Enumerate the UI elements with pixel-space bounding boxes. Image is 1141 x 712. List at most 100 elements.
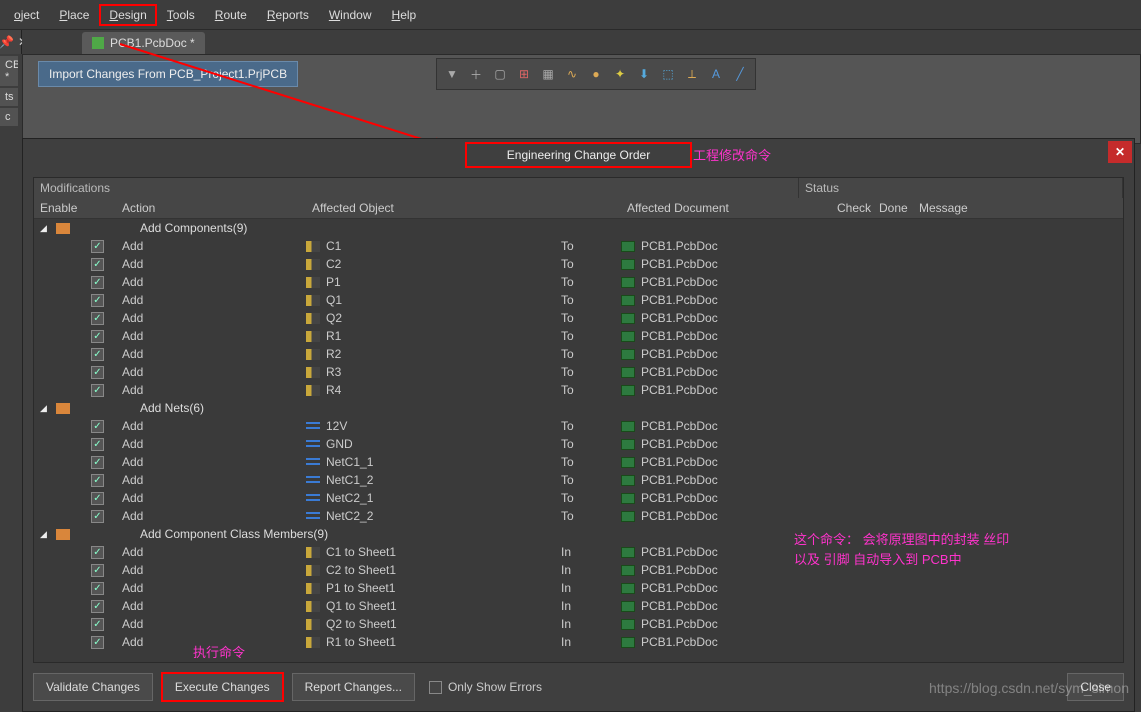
- enable-checkbox[interactable]: ✓: [91, 564, 104, 577]
- menu-tools[interactable]: Tools: [157, 4, 205, 26]
- table-row[interactable]: ✓AddR3ToPCB1.PcbDoc: [34, 363, 1123, 381]
- table-row[interactable]: ✓AddNetC1_1ToPCB1.PcbDoc: [34, 453, 1123, 471]
- enable-checkbox[interactable]: ✓: [91, 636, 104, 649]
- component-icon: [306, 565, 320, 576]
- key-icon[interactable]: ✦: [609, 63, 631, 85]
- table-row[interactable]: ✓AddR1ToPCB1.PcbDoc: [34, 327, 1123, 345]
- align-icon[interactable]: ⊞: [513, 63, 535, 85]
- table-row[interactable]: ✓Add12VToPCB1.PcbDoc: [34, 417, 1123, 435]
- menu-route[interactable]: Route: [205, 4, 257, 26]
- dialog-close-button[interactable]: ✕: [1108, 141, 1132, 163]
- table-row[interactable]: ✓AddC2ToPCB1.PcbDoc: [34, 255, 1123, 273]
- enable-checkbox[interactable]: ✓: [91, 276, 104, 289]
- place-icon[interactable]: ⬇: [633, 63, 655, 85]
- enable-checkbox[interactable]: ✓: [91, 420, 104, 433]
- enable-checkbox[interactable]: ✓: [91, 312, 104, 325]
- enable-checkbox[interactable]: ✓: [91, 582, 104, 595]
- dimension-icon[interactable]: ⟂: [681, 63, 703, 85]
- table-row[interactable]: ✓AddNetC2_1ToPCB1.PcbDoc: [34, 489, 1123, 507]
- enable-checkbox[interactable]: ✓: [91, 492, 104, 505]
- col-done[interactable]: Done: [873, 198, 913, 218]
- table-row[interactable]: ✓AddP1 to Sheet1InPCB1.PcbDoc: [34, 579, 1123, 597]
- enable-checkbox[interactable]: ✓: [91, 618, 104, 631]
- table-row[interactable]: ✓AddNetC1_2ToPCB1.PcbDoc: [34, 471, 1123, 489]
- table-row[interactable]: ✓AddP1ToPCB1.PcbDoc: [34, 273, 1123, 291]
- table-row[interactable]: ✓AddC1ToPCB1.PcbDoc: [34, 237, 1123, 255]
- collapse-icon[interactable]: ◢: [40, 529, 50, 540]
- col-check[interactable]: Check: [831, 198, 873, 218]
- enable-checkbox[interactable]: ✓: [91, 438, 104, 451]
- execute-changes-button[interactable]: Execute Changes: [161, 672, 284, 702]
- table-row[interactable]: ✓AddQ1ToPCB1.PcbDoc: [34, 291, 1123, 309]
- pcb-canvas[interactable]: Import Changes From PCB_Project1.PrjPCB …: [22, 54, 1141, 144]
- collapse-icon[interactable]: ◢: [40, 403, 50, 414]
- object-cell: R4: [306, 383, 561, 397]
- enable-checkbox[interactable]: ✓: [91, 600, 104, 613]
- text-icon[interactable]: A: [705, 63, 727, 85]
- menu-oject[interactable]: oject: [4, 4, 49, 26]
- via-icon[interactable]: ●: [585, 63, 607, 85]
- enable-checkbox[interactable]: ✓: [91, 258, 104, 271]
- report-changes-button[interactable]: Report Changes...: [292, 673, 415, 701]
- file-tab-pcb1[interactable]: PCB1.PcbDoc *: [82, 32, 205, 54]
- only-show-errors-checkbox[interactable]: Only Show Errors: [429, 680, 542, 694]
- side-tab[interactable]: CB *: [0, 56, 18, 86]
- table-row[interactable]: ✓AddQ2 to Sheet1InPCB1.PcbDoc: [34, 615, 1123, 633]
- object-cell: Q1 to Sheet1: [306, 599, 561, 613]
- side-tab[interactable]: ts: [0, 88, 18, 106]
- pcb-icon: [621, 457, 635, 468]
- pin2-icon[interactable]: 📌: [0, 35, 14, 49]
- pcb-icon: [621, 385, 635, 396]
- table-row[interactable]: ✓AddQ1 to Sheet1InPCB1.PcbDoc: [34, 597, 1123, 615]
- table-row[interactable]: ✓AddGNDToPCB1.PcbDoc: [34, 435, 1123, 453]
- col-enable[interactable]: Enable: [34, 198, 116, 218]
- enable-checkbox[interactable]: ✓: [91, 546, 104, 559]
- object-cell: Q2 to Sheet1: [306, 617, 561, 631]
- filter-icon[interactable]: ▼: [441, 63, 463, 85]
- col-action[interactable]: Action: [116, 198, 306, 218]
- validate-changes-button[interactable]: Validate Changes: [33, 673, 153, 701]
- chip-icon[interactable]: ▦: [537, 63, 559, 85]
- col-affected-object[interactable]: Affected Object: [306, 198, 561, 218]
- col-message[interactable]: Message: [913, 198, 1123, 218]
- action-cell: Add: [116, 599, 306, 613]
- component-icon: [306, 547, 320, 558]
- pcb-doc-icon: [92, 37, 104, 49]
- table-row[interactable]: ✓AddR2ToPCB1.PcbDoc: [34, 345, 1123, 363]
- crosshair-icon[interactable]: ＋: [465, 63, 487, 85]
- poly-icon[interactable]: ⬚: [657, 63, 679, 85]
- menu-place[interactable]: Place: [49, 4, 99, 26]
- line-icon[interactable]: ╱: [729, 63, 751, 85]
- enable-checkbox[interactable]: ✓: [91, 240, 104, 253]
- pcb-icon: [621, 277, 635, 288]
- menu-reports[interactable]: Reports: [257, 4, 319, 26]
- table-row[interactable]: ✓AddR4ToPCB1.PcbDoc: [34, 381, 1123, 399]
- enable-checkbox[interactable]: ✓: [91, 456, 104, 469]
- enable-checkbox[interactable]: ✓: [91, 474, 104, 487]
- group-row[interactable]: ◢Add Nets(6): [34, 399, 1123, 417]
- import-changes-button[interactable]: Import Changes From PCB_Project1.PrjPCB: [38, 61, 298, 87]
- table-row[interactable]: ✓AddNetC2_2ToPCB1.PcbDoc: [34, 507, 1123, 525]
- menu-help[interactable]: Help: [382, 4, 427, 26]
- relation-cell: To: [561, 383, 621, 397]
- component-icon: [306, 313, 320, 324]
- folder-icon: [56, 529, 70, 540]
- selection-icon[interactable]: ▢: [489, 63, 511, 85]
- enable-checkbox[interactable]: ✓: [91, 348, 104, 361]
- enable-checkbox[interactable]: ✓: [91, 330, 104, 343]
- side-tab[interactable]: c: [0, 108, 18, 126]
- collapse-icon[interactable]: ◢: [40, 223, 50, 234]
- enable-checkbox[interactable]: ✓: [91, 294, 104, 307]
- enable-checkbox[interactable]: ✓: [91, 366, 104, 379]
- enable-checkbox[interactable]: ✓: [91, 510, 104, 523]
- route-icon[interactable]: ∿: [561, 63, 583, 85]
- table-row[interactable]: ✓AddQ2ToPCB1.PcbDoc: [34, 309, 1123, 327]
- group-row[interactable]: ◢Add Components(9): [34, 219, 1123, 237]
- relation-cell: To: [561, 509, 621, 523]
- menu-design[interactable]: Design: [99, 4, 156, 26]
- menu-window[interactable]: Window: [319, 4, 382, 26]
- document-cell: PCB1.PcbDoc: [621, 509, 831, 523]
- col-affected-document[interactable]: Affected Document: [621, 198, 831, 218]
- grid-body[interactable]: ◢Add Components(9)✓AddC1ToPCB1.PcbDoc✓Ad…: [34, 219, 1123, 662]
- enable-checkbox[interactable]: ✓: [91, 384, 104, 397]
